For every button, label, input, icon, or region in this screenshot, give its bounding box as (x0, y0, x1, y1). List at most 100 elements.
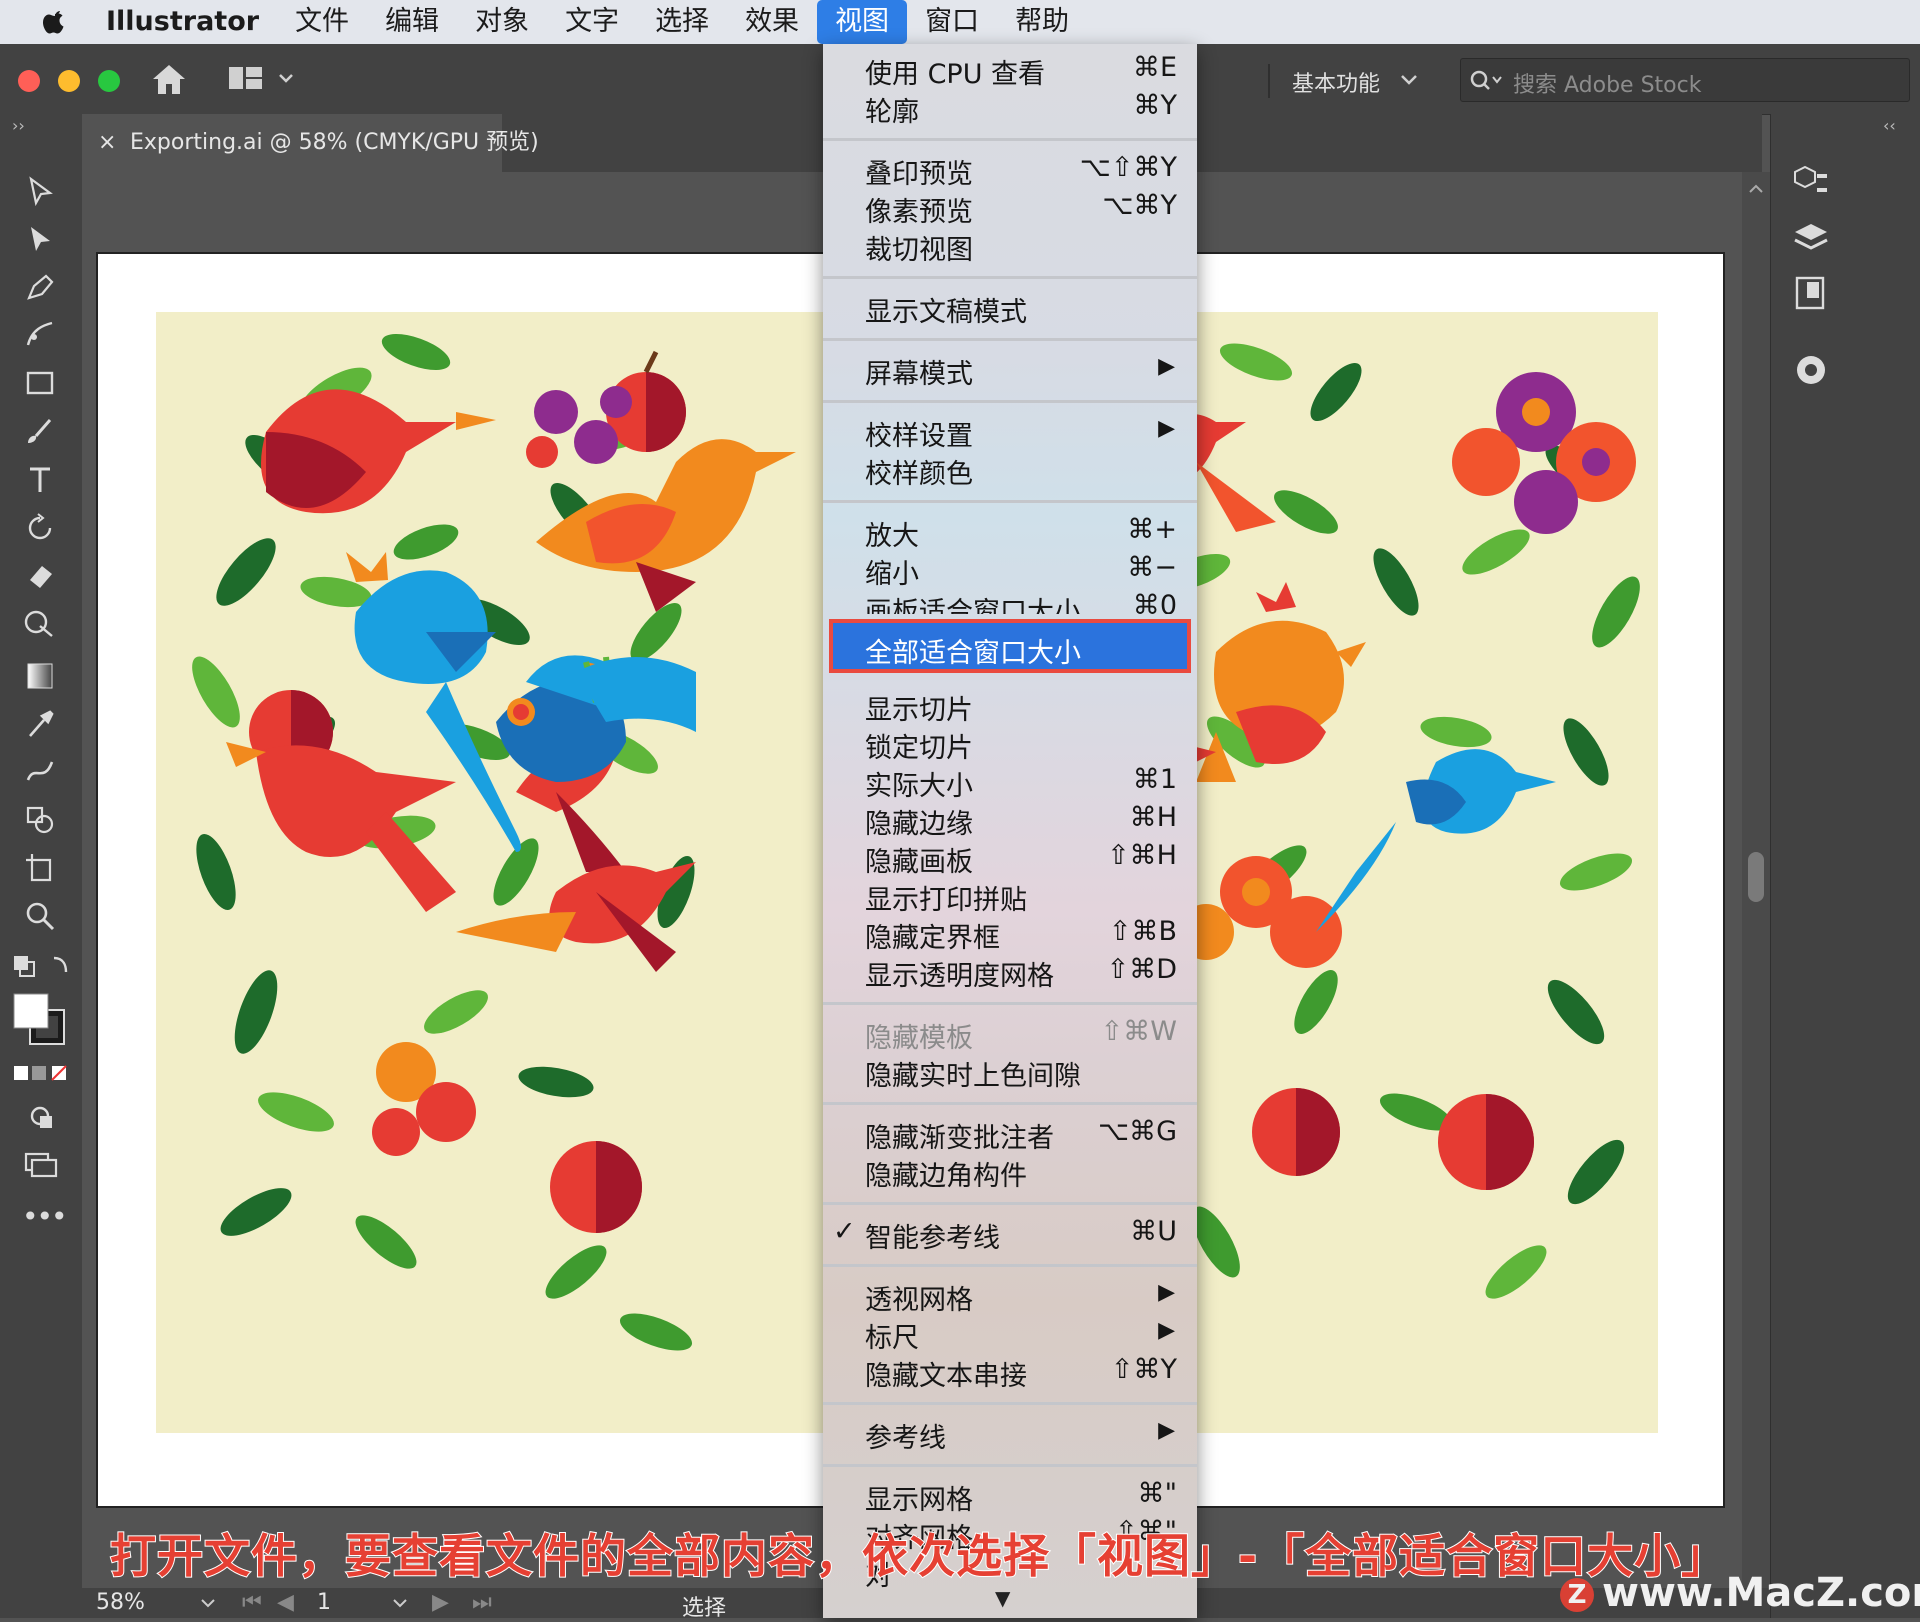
menu-item-hide-gradient-annotator[interactable]: 隐藏渐变批注者 ⌥⌘G (823, 1114, 1197, 1154)
menu-item-actual-size[interactable]: 实际大小 ⌘1 (823, 762, 1197, 802)
menu-item-outline[interactable]: 轮廓 ⌘Y (823, 88, 1197, 128)
type-tool-icon[interactable] (24, 464, 58, 496)
menu-item-trim-view[interactable]: 裁切视图 (823, 226, 1197, 266)
menu-item-overprint-preview[interactable]: 叠印预览 ⌥⇧⌘Y (823, 150, 1197, 190)
libraries-panel-icon[interactable] (1791, 274, 1831, 314)
menu-item-hide-artboards[interactable]: 隐藏画板 ⇧⌘H (823, 838, 1197, 878)
collapse-right-panel-icon[interactable]: ‹‹ (1883, 116, 1896, 135)
zoom-tool-icon[interactable] (24, 900, 58, 932)
scroll-up-icon[interactable] (1748, 182, 1764, 194)
pen-tool-icon[interactable] (24, 272, 58, 302)
menu-edit[interactable]: 编辑 (367, 0, 457, 44)
menu-file[interactable]: 文件 (277, 0, 367, 44)
first-artboard-icon[interactable]: ⏮ (242, 1590, 262, 1615)
selection-tool-icon[interactable] (26, 176, 56, 206)
menu-item-hide-edges[interactable]: 隐藏边缘 ⌘H (823, 800, 1197, 840)
menu-item-perspective-grid[interactable]: 透视网格 ▶ (823, 1276, 1197, 1316)
menu-item-show-print-tiling[interactable]: 显示打印拼贴 (823, 876, 1197, 916)
menu-item-screen-mode[interactable]: 屏幕模式 ▶ (823, 350, 1197, 390)
menu-item-show-slices[interactable]: 显示切片 (823, 686, 1197, 726)
menu-select[interactable]: 选择 (637, 0, 727, 44)
menu-window[interactable]: 窗口 (907, 0, 997, 44)
tutorial-caption: 打开文件，要查看文件的全部内容，依次选择「视图」-「全部适合窗口大小」 (109, 1528, 1729, 1584)
scroll-down-arrow-icon[interactable]: ▼ (995, 1586, 1010, 1610)
next-artboard-icon[interactable]: ▶ (432, 1590, 449, 1615)
minimize-window-button[interactable] (58, 70, 80, 92)
artboard-tool-icon[interactable] (24, 852, 58, 884)
menu-item-proof-colors[interactable]: 校样颜色 (823, 450, 1197, 490)
menu-effect[interactable]: 效果 (727, 0, 817, 44)
menu-item-smart-guides[interactable]: ✓ 智能参考线 ⌘U (823, 1214, 1197, 1254)
shape-builder-tool-icon[interactable] (22, 608, 60, 640)
direct-selection-tool-icon[interactable] (26, 224, 56, 254)
checkmark-icon: ✓ (833, 1216, 856, 1247)
chevron-down-icon[interactable] (392, 1598, 408, 1610)
chevron-down-icon[interactable] (278, 72, 294, 84)
color-panel-icon[interactable] (1791, 350, 1831, 390)
menu-item-hide-corner-widget[interactable]: 隐藏边角构件 (823, 1152, 1197, 1192)
color-mode-icons[interactable] (12, 1062, 72, 1086)
zoom-level[interactable]: 58% (96, 1590, 145, 1615)
rotate-tool-icon[interactable] (24, 512, 58, 544)
menu-object[interactable]: 对象 (457, 0, 547, 44)
menu-item-guides[interactable]: 参考线 ▶ (823, 1414, 1197, 1454)
rectangle-tool-icon[interactable] (24, 368, 58, 398)
submenu-arrow-icon: ▶ (1158, 354, 1175, 379)
puppet-warp-tool-icon[interactable] (24, 756, 58, 788)
apple-icon[interactable] (40, 7, 70, 37)
menu-item-proof-setup[interactable]: 校样设置 ▶ (823, 412, 1197, 452)
draw-mode-icon[interactable] (26, 1102, 58, 1132)
last-artboard-icon[interactable]: ⏭ (472, 1590, 492, 1615)
menu-item-hide-text-threads[interactable]: 隐藏文本串接 ⇧⌘Y (823, 1352, 1197, 1392)
close-tab-icon[interactable]: × (98, 114, 116, 172)
symbol-sprayer-tool-icon[interactable] (24, 804, 58, 836)
close-window-button[interactable] (18, 70, 40, 92)
menu-item-hide-live-paint-gaps[interactable]: 隐藏实时上色间隙 (823, 1052, 1197, 1092)
curvature-tool-icon[interactable] (24, 319, 58, 349)
menu-view[interactable]: 视图 (817, 0, 908, 44)
stock-search-field[interactable]: 搜索 Adobe Stock (1460, 58, 1910, 102)
menu-item-fit-all-in-window[interactable]: 全部适合窗口大小 (829, 619, 1191, 673)
vertical-scrollbar[interactable] (1742, 172, 1770, 1588)
fill-stroke-swatch-icon[interactable] (12, 992, 72, 1052)
properties-panel-icon[interactable] (1791, 164, 1831, 204)
layers-panel-icon[interactable] (1791, 218, 1831, 258)
workspace-switcher[interactable]: 基本功能 (1292, 66, 1380, 98)
zoom-window-button[interactable] (98, 70, 120, 92)
menu-app-name[interactable]: Illustrator (100, 0, 277, 44)
scrollbar-thumb[interactable] (1748, 852, 1764, 902)
menu-type[interactable]: 文字 (547, 0, 637, 44)
submenu-arrow-icon: ▶ (1158, 1318, 1175, 1343)
chevron-down-icon[interactable] (200, 1598, 216, 1610)
document-tab-title: Exporting.ai @ 58% (CMYK/GPU 预览) (130, 130, 539, 155)
menu-item-show-grid[interactable]: 显示网格 ⌘" (823, 1476, 1197, 1516)
more-tools-icon[interactable]: ••• (22, 1200, 68, 1233)
search-input[interactable]: 搜索 Adobe Stock (1513, 67, 1701, 99)
arrange-documents-icon[interactable] (228, 66, 264, 92)
menu-item-rulers[interactable]: 标尺 ▶ (823, 1314, 1197, 1354)
document-tab[interactable]: × Exporting.ai @ 58% (CMYK/GPU 预览) (82, 114, 539, 172)
screen-mode-icon[interactable] (22, 1150, 60, 1180)
menu-item-lock-slices[interactable]: 锁定切片 (823, 724, 1197, 764)
macz-logo-icon: Z (1560, 1578, 1594, 1612)
previous-artboard-icon[interactable]: ◀ (277, 1590, 294, 1615)
submenu-arrow-icon: ▶ (1158, 1418, 1175, 1443)
menu-item-hide-bounding-box[interactable]: 隐藏定界框 ⇧⌘B (823, 914, 1197, 954)
eraser-tool-icon[interactable] (24, 560, 58, 592)
artboard-number[interactable]: 1 (317, 1590, 331, 1615)
menu-item-show-transparency-grid[interactable]: 显示透明度网格 ⇧⌘D (823, 952, 1197, 992)
home-icon[interactable] (150, 62, 188, 96)
menu-item-zoom-in[interactable]: 放大 ⌘+ (823, 512, 1197, 552)
gradient-tool-icon[interactable] (24, 660, 58, 692)
menu-item-cpu-view[interactable]: 使用 CPU 查看 ⌘E (823, 50, 1197, 90)
menu-item-pixel-preview[interactable]: 像素预览 ⌥⌘Y (823, 188, 1197, 228)
menu-item-presentation-mode[interactable]: 显示文稿模式 (823, 288, 1197, 328)
menu-help[interactable]: 帮助 (997, 0, 1087, 44)
eyedropper-tool-icon[interactable] (24, 708, 58, 740)
menu-item-fit-artboard[interactable]: 画板适合窗口大小 ⌘0 (823, 588, 1197, 614)
paintbrush-tool-icon[interactable] (24, 416, 58, 446)
swap-fill-stroke-icon[interactable] (12, 954, 72, 984)
menu-item-zoom-out[interactable]: 缩小 ⌘− (823, 550, 1197, 590)
chevron-down-icon[interactable] (1400, 74, 1418, 86)
collapse-panel-icon[interactable]: ›› (12, 116, 25, 135)
